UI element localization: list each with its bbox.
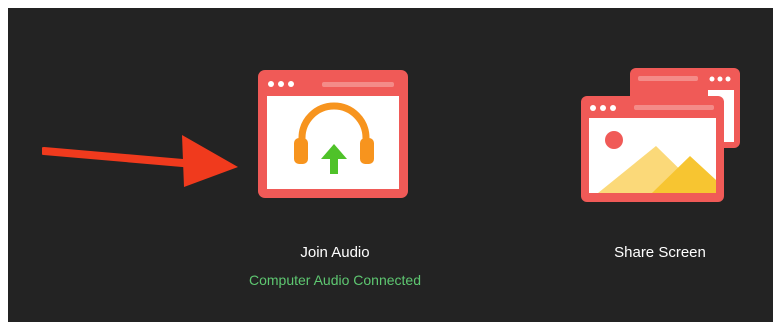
join-audio-button[interactable] bbox=[258, 70, 408, 205]
audio-status-text: Computer Audio Connected bbox=[249, 272, 421, 288]
share-screen-icon bbox=[581, 68, 740, 202]
share-screen-label: Share Screen bbox=[614, 244, 706, 261]
red-arrow-icon bbox=[42, 135, 238, 187]
headphones-upload-icon bbox=[258, 70, 408, 198]
join-audio-label: Join Audio bbox=[300, 244, 370, 261]
share-screen-button[interactable] bbox=[578, 68, 743, 213]
